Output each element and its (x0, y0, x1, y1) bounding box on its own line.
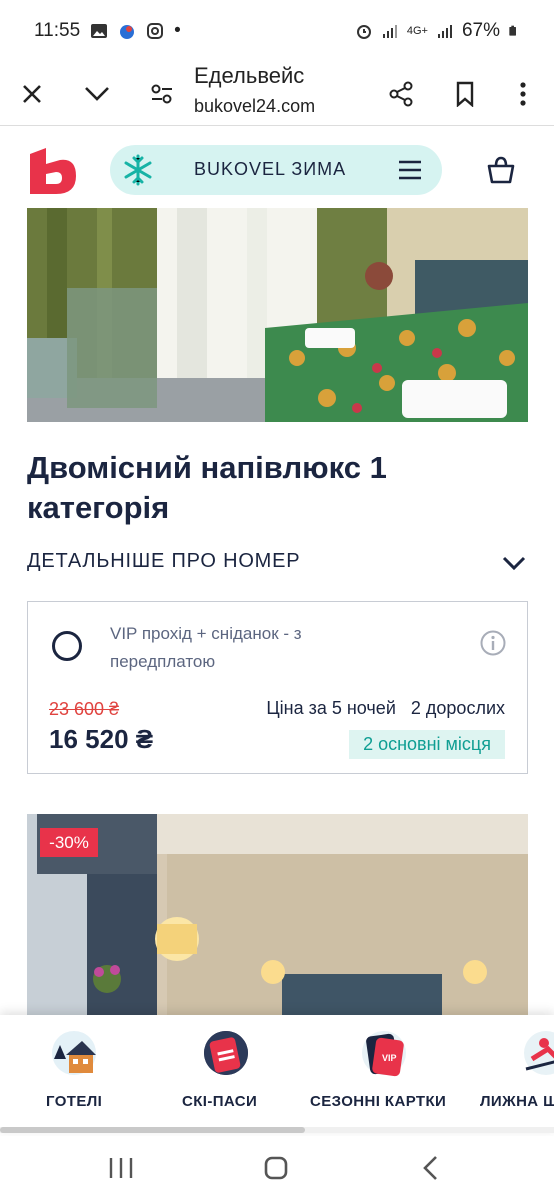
status-bar: 11:55 • 4G+ 67% (0, 0, 554, 62)
discount-badge: -30% (40, 828, 98, 857)
battery-percent: 67% (461, 20, 500, 41)
chevron-down-icon (85, 87, 109, 101)
close-tab-button[interactable] (12, 74, 52, 114)
nav-label-hotels: ГОТЕЛІ (46, 1093, 103, 1110)
nav-item-season-cards[interactable]: VIP СЕЗОННІ КАРТКИ (300, 1015, 462, 1133)
offer-radio[interactable] (52, 631, 82, 661)
site-settings-button[interactable] (142, 74, 182, 114)
room-photo-image (27, 208, 528, 422)
more-vert-icon (520, 82, 526, 106)
nav-item-ski-passes[interactable]: СКІ-ПАСИ (150, 1015, 300, 1133)
guests-label: 2 дорослих (410, 698, 505, 718)
room-title: Двомісний напівлюкс 1 категорія (27, 450, 387, 525)
places-badge: 2 основні місця (349, 730, 505, 759)
home-icon[interactable] (261, 1154, 291, 1182)
nav-item-hotels[interactable]: ГОТЕЛІ (0, 1015, 150, 1133)
season-card-icon: VIP (362, 1031, 406, 1077)
status-dot: • (174, 20, 181, 41)
season-selector[interactable]: BUKOVEL ЗИМА (110, 145, 442, 195)
nav-label-ski-school: ЛИЖНА Ш (480, 1093, 554, 1110)
alarm-icon (356, 25, 371, 39)
hotel-icon (52, 1031, 96, 1075)
old-price: 23 600 ₴ (49, 699, 120, 719)
bottom-nav-scroll-thumb[interactable] (0, 1127, 305, 1133)
room-photo-2-image (27, 814, 528, 1019)
cart-button[interactable] (472, 145, 530, 195)
signal-2-icon (437, 25, 452, 38)
offer-name: VIP прохід + сніданок - з передплатою (110, 624, 302, 671)
instagram-icon (147, 23, 164, 39)
svg-text:VIP: VIP (382, 1053, 397, 1063)
shopping-bag-icon (487, 156, 515, 184)
page-domain: bukovel24.com (194, 96, 316, 116)
nav-label-ski-passes: СКІ-ПАСИ (182, 1093, 258, 1110)
snowflake-icon (124, 154, 152, 186)
back-icon[interactable] (416, 1154, 446, 1182)
page-title-block[interactable]: Едельвейс bukovel24.com (194, 62, 315, 118)
room-photo[interactable] (27, 208, 528, 422)
share-icon (389, 81, 413, 107)
bookmark-button[interactable] (445, 74, 485, 114)
tune-icon (151, 84, 172, 104)
current-price: 16 520 ₴ (49, 724, 154, 754)
close-icon (23, 85, 41, 103)
system-navigation-bar (0, 1136, 554, 1200)
info-icon[interactable] (480, 630, 506, 656)
room-photo-2[interactable] (27, 814, 528, 1019)
browser-toolbar: Едельвейс bukovel24.com (0, 62, 554, 126)
minimize-button[interactable] (77, 74, 117, 114)
status-time: 11:55 (34, 20, 81, 41)
nav-item-ski-school[interactable]: ЛИЖНА Ш (462, 1015, 554, 1133)
signal-icon (382, 25, 397, 38)
ski-school-icon (524, 1031, 554, 1075)
bookmark-icon (456, 81, 474, 107)
recent-apps-icon[interactable] (106, 1154, 136, 1182)
gallery-notification-icon (91, 24, 108, 38)
room-details-label: ДЕТАЛЬНІШЕ ПРО НОМЕР (27, 550, 301, 572)
site-header: BUKOVEL ЗИМА (0, 128, 554, 208)
hamburger-menu-icon[interactable] (398, 160, 422, 180)
page-title: Едельвейс (194, 63, 305, 88)
app-notification-icon (120, 25, 135, 39)
nav-label-season-cards: СЕЗОННІ КАРТКИ (310, 1093, 447, 1110)
battery-icon (509, 25, 516, 36)
bottom-navigation: ГОТЕЛІ СКІ-ПАСИ VIP СЕЗОННІ КАРТКИ ЛИЖНА… (0, 1015, 554, 1133)
season-label: BUKOVEL ЗИМА (194, 159, 347, 179)
stay-info: Ціна за 5 ночей 2 дорослих (266, 698, 505, 719)
offer-card[interactable]: VIP прохід + сніданок - з передплатою 23… (27, 601, 528, 774)
network-type: 4G+ (406, 25, 428, 37)
bukovel-logo[interactable] (26, 146, 78, 196)
nights-label: Ціна за 5 ночей (266, 698, 396, 718)
ski-pass-icon (204, 1031, 248, 1075)
more-options-button[interactable] (503, 74, 543, 114)
chevron-down-icon (502, 556, 526, 571)
share-button[interactable] (381, 74, 421, 114)
room-details-toggle[interactable]: ДЕТАЛЬНІШЕ ПРО НОМЕР (27, 550, 527, 580)
